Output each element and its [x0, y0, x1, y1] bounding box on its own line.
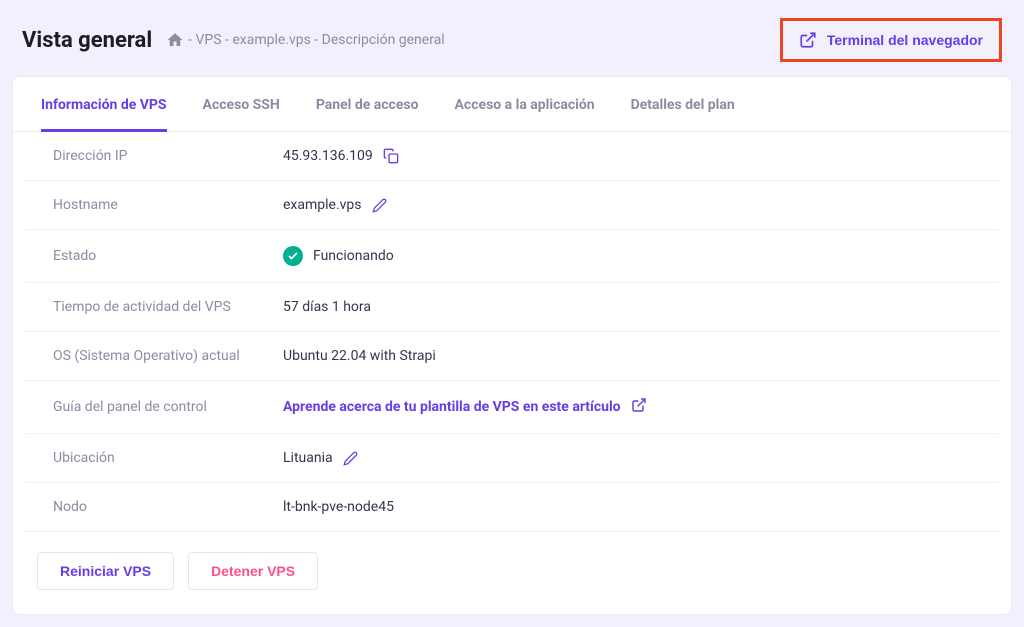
tab-plan-details[interactable]: Detalles del plan: [631, 97, 735, 132]
row-node: Nodo lt-bnk-pve-node45: [25, 483, 999, 532]
tabs: Información de VPS Acceso SSH Panel de a…: [13, 77, 1011, 132]
browser-terminal-button[interactable]: Terminal del navegador: [791, 25, 991, 55]
restart-vps-button[interactable]: Reiniciar VPS: [37, 552, 174, 590]
row-uptime: Tiempo de actividad del VPS 57 días 1 ho…: [25, 283, 999, 332]
row-location: Ubicación Lituania: [25, 434, 999, 483]
label-location: Ubicación: [53, 450, 283, 466]
check-circle-icon: [283, 246, 303, 266]
action-buttons: Reiniciar VPS Detener VPS: [13, 532, 1011, 590]
main-card: Información de VPS Acceso SSH Panel de a…: [12, 76, 1012, 615]
label-hostname: Hostname: [53, 197, 283, 213]
terminal-button-label: Terminal del navegador: [827, 32, 983, 48]
label-uptime: Tiempo de actividad del VPS: [53, 299, 283, 315]
copy-icon[interactable]: [383, 148, 399, 164]
external-link-icon: [631, 397, 647, 417]
guide-link[interactable]: Aprende acerca de tu plantilla de VPS en…: [283, 397, 647, 417]
value-node: lt-bnk-pve-node45: [283, 499, 394, 515]
breadcrumb-text: - VPS - example.vps - Descripción genera…: [188, 32, 445, 48]
value-os: Ubuntu 22.04 with Strapi: [283, 348, 436, 364]
value-location: Lituania: [283, 450, 333, 466]
row-ip: Dirección IP 45.93.136.109: [25, 132, 999, 181]
terminal-button-highlight: Terminal del navegador: [780, 18, 1002, 62]
label-node: Nodo: [53, 499, 283, 515]
row-os: OS (Sistema Operativo) actual Ubuntu 22.…: [25, 332, 999, 381]
row-guide: Guía del panel de control Aprende acerca…: [25, 381, 999, 434]
row-status: Estado Funcionando: [25, 230, 999, 283]
tab-vps-info[interactable]: Información de VPS: [41, 97, 167, 132]
label-os: OS (Sistema Operativo) actual: [53, 348, 283, 364]
row-hostname: Hostname example.vps: [25, 181, 999, 230]
value-status: Funcionando: [313, 248, 394, 264]
home-icon[interactable]: [166, 31, 184, 49]
tab-ssh-access[interactable]: Acceso SSH: [203, 97, 280, 132]
tab-app-access[interactable]: Acceso a la aplicación: [455, 97, 595, 132]
value-ip: 45.93.136.109: [283, 148, 373, 164]
value-uptime: 57 días 1 hora: [283, 299, 371, 315]
page-title: Vista general: [22, 28, 152, 53]
label-guide: Guía del panel de control: [53, 399, 283, 415]
breadcrumb: - VPS - example.vps - Descripción genera…: [166, 31, 445, 49]
edit-icon[interactable]: [343, 451, 358, 466]
stop-vps-button[interactable]: Detener VPS: [188, 552, 318, 590]
edit-icon[interactable]: [372, 198, 387, 213]
label-status: Estado: [53, 248, 283, 264]
guide-link-text: Aprende acerca de tu plantilla de VPS en…: [283, 399, 621, 415]
external-link-icon: [799, 31, 817, 49]
page-header: Vista general - VPS - example.vps - Desc…: [12, 12, 1012, 76]
value-hostname: example.vps: [283, 197, 362, 213]
tab-access-panel[interactable]: Panel de acceso: [316, 97, 419, 132]
label-ip: Dirección IP: [53, 148, 283, 164]
